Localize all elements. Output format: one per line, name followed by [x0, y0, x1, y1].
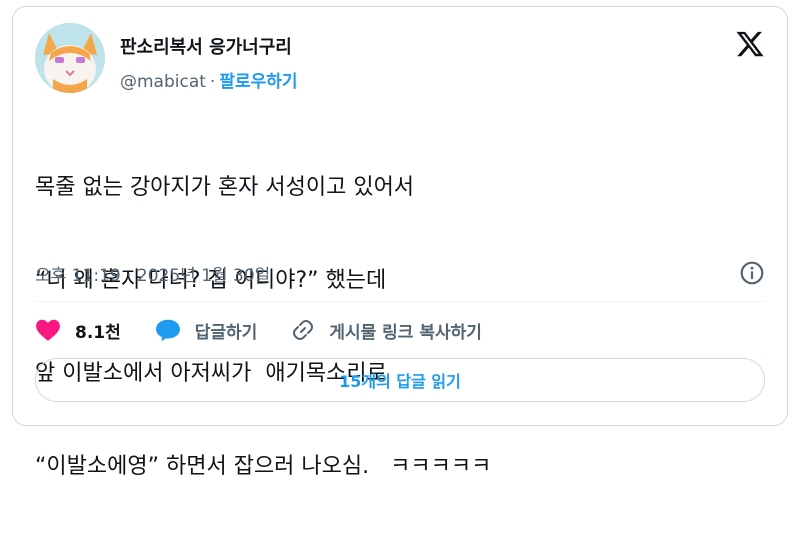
- separator-dot: ·: [209, 72, 216, 92]
- author-display-name[interactable]: 판소리복서 응가너구리: [120, 33, 292, 59]
- copy-link-button[interactable]: 게시물 링크 복사하기: [291, 318, 482, 343]
- x-logo-icon[interactable]: [735, 29, 765, 59]
- author-meta: @mabicat · 팔로우하기: [120, 67, 298, 92]
- divider: [35, 301, 765, 302]
- info-icon[interactable]: [739, 260, 765, 286]
- tweet-card: 판소리복서 응가너구리 @mabicat · 팔로우하기 목줄 없는 강아지가 혼자…: [12, 6, 788, 479]
- tweet-timestamp[interactable]: 오후 11:19 · 2025년 1월 30일: [35, 261, 270, 286]
- link-icon: [293, 320, 314, 340]
- like-button[interactable]: 8.1천: [35, 318, 121, 343]
- follow-button[interactable]: 팔로우하기: [219, 72, 297, 92]
- tweet-line: “이발소에영” 하면서 잡으러 나오심. ㅋㅋㅋㅋㅋ: [35, 454, 492, 479]
- reply-button[interactable]: 답글하기: [155, 318, 258, 343]
- like-count: 8.1천: [75, 322, 121, 343]
- copy-link-label: 게시물 링크 복사하기: [329, 322, 482, 343]
- reply-label: 답글하기: [194, 322, 258, 343]
- action-bar: 8.1천 답글하기 게시물 링크 복사하기: [35, 315, 516, 345]
- cat-avatar-icon: [35, 23, 105, 93]
- read-replies-button[interactable]: 15개의 답글 읽기: [35, 358, 765, 402]
- tweet-line: 목줄 없는 강아지가 혼자 서성이고 있어서: [35, 175, 415, 200]
- speech-bubble-icon: [155, 319, 180, 342]
- author-handle[interactable]: @mabicat: [120, 72, 206, 92]
- avatar[interactable]: [35, 23, 105, 93]
- heart-icon: [36, 319, 60, 341]
